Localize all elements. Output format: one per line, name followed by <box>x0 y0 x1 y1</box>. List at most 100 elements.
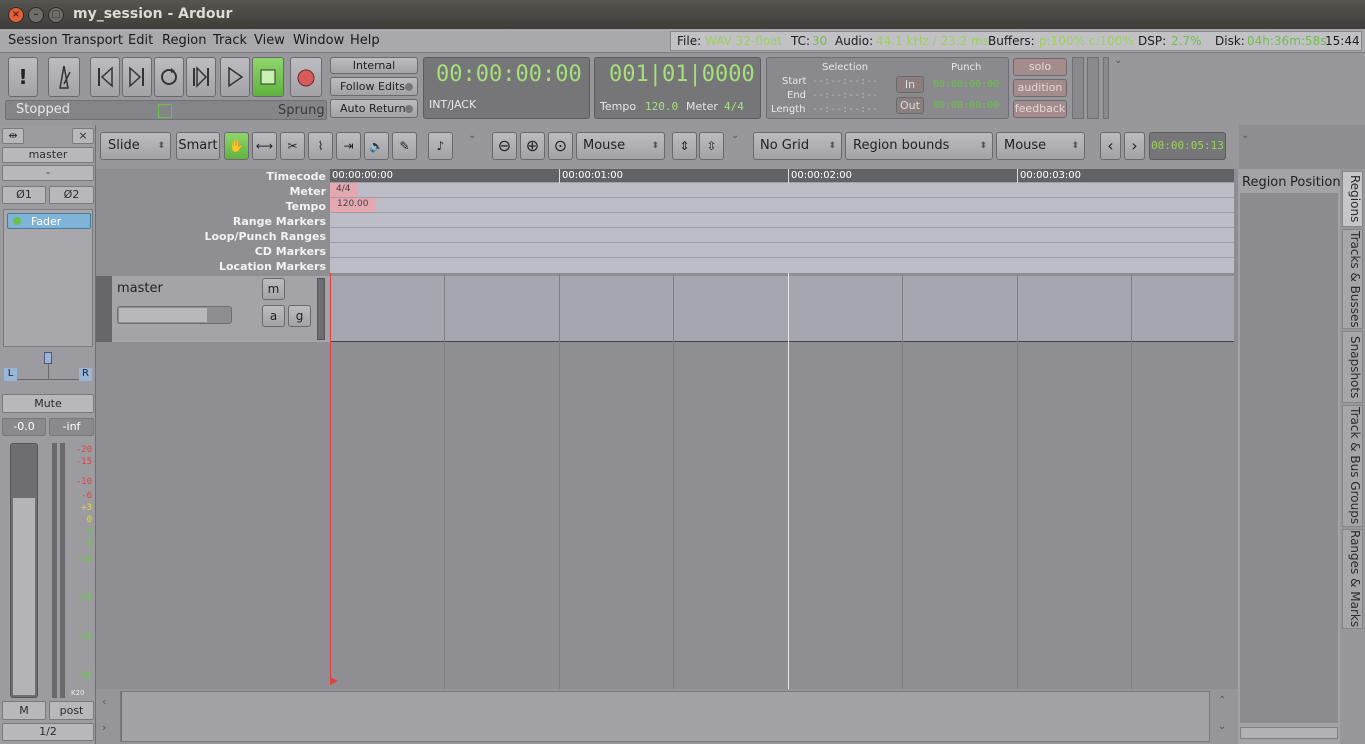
nudge-forward-button[interactable]: › <box>1124 132 1145 160</box>
solo-button[interactable]: solo <box>1013 58 1067 76</box>
tab-ranges-marks[interactable]: Ranges & Marks <box>1342 529 1363 629</box>
zoom-out-button[interactable]: ⊖ <box>492 132 517 160</box>
master-track-header[interactable]: master m a g <box>112 276 330 342</box>
shrink-tracks-button[interactable]: ⇕ <box>672 132 697 160</box>
pan-handle[interactable] <box>44 352 52 364</box>
regions-horizontal-scrollbar[interactable] <box>1240 727 1338 739</box>
feedback-button[interactable]: feedback <box>1013 100 1067 118</box>
meter-ruler-label[interactable]: Meter <box>289 185 326 198</box>
metronome-button[interactable] <box>48 57 80 97</box>
regions-column-region[interactable]: Region <box>1242 175 1287 190</box>
tab-regions[interactable]: Regions <box>1342 171 1363 227</box>
strip-hide-button[interactable]: × <box>72 128 94 144</box>
draw-tool-button[interactable]: ✎ <box>392 132 417 160</box>
edit-group-indicator[interactable] <box>158 104 172 118</box>
loop-punch-ruler[interactable] <box>330 228 1234 243</box>
timeline-rulers[interactable]: 00:00:00:00 00:00:01:00 00:00:02:00 00:0… <box>330 169 1234 273</box>
punch-out-time[interactable]: 00:00:00:00 <box>933 100 999 111</box>
stretch-tool-button[interactable]: ⇥ <box>336 132 361 160</box>
scroll-up-icon[interactable]: ⌃ <box>1218 695 1226 706</box>
strip-width-button[interactable]: ⇹ <box>2 128 24 144</box>
phase-invert-2-button[interactable]: Ø2 <box>49 186 94 204</box>
playhead-marker-icon[interactable] <box>330 677 338 685</box>
goto-start-button[interactable] <box>90 57 120 97</box>
zoom-in-button[interactable]: ⊕ <box>520 132 545 160</box>
loop-punch-ruler-label[interactable]: Loop/Punch Ranges <box>204 230 326 243</box>
phase-invert-1-button[interactable]: Ø1 <box>2 186 46 204</box>
audition-tool-button[interactable]: 🔈 <box>364 132 389 160</box>
output-button[interactable]: 1/2 <box>2 723 94 741</box>
tempo-marker[interactable]: 120.00 <box>330 198 375 212</box>
menu-view[interactable]: View <box>254 33 285 48</box>
input-button[interactable]: - <box>2 165 94 181</box>
internal-sync-button[interactable]: Internal <box>330 57 418 74</box>
menu-edit[interactable]: Edit <box>128 33 153 48</box>
auto-return-button[interactable]: Auto Return <box>330 99 418 118</box>
zoom-focus-dropdown[interactable]: Mouse ⬍ <box>576 132 665 160</box>
gain-entry[interactable]: -0.0 <box>2 418 46 436</box>
internal-edit-tool-button[interactable]: ♪ <box>428 132 453 160</box>
play-range-button[interactable] <box>186 57 216 97</box>
chevron-down-icon[interactable]: ⌄ <box>1241 130 1249 141</box>
fader-processor[interactable]: Fader <box>7 213 91 229</box>
record-button[interactable] <box>290 57 322 97</box>
chevron-down-icon[interactable]: ⌄ <box>731 130 739 141</box>
grid-type-dropdown[interactable]: No Grid ⬍ <box>753 132 842 160</box>
play-button[interactable] <box>220 57 250 97</box>
nudge-backward-button[interactable]: ‹ <box>1100 132 1121 160</box>
tab-tracks-busses[interactable]: Tracks & Busses <box>1342 229 1363 329</box>
regions-list[interactable] <box>1240 193 1338 723</box>
edit-mode-dropdown[interactable]: Slide ⬍ <box>100 132 171 160</box>
scroll-down-icon[interactable]: ⌄ <box>1218 721 1226 732</box>
track-canvas[interactable] <box>330 273 1234 689</box>
snap-mode-dropdown[interactable]: Region bounds ⬍ <box>845 132 993 160</box>
cd-markers-ruler[interactable] <box>330 243 1234 258</box>
location-markers-ruler-label[interactable]: Location Markers <box>219 260 326 273</box>
toolbar-overflow-icon[interactable]: ⌄ <box>1114 55 1122 66</box>
tab-track-bus-groups[interactable]: Track & Bus Groups <box>1342 405 1363 527</box>
menu-track[interactable]: Track <box>213 33 247 48</box>
meter-ruler[interactable]: 4/4 <box>330 183 1234 198</box>
automation-button[interactable]: a <box>262 305 285 327</box>
chevron-down-icon[interactable]: ⌄ <box>468 130 476 141</box>
primary-clock[interactable]: 00:00:00:00 INT/JACK <box>423 57 590 119</box>
grab-tool-button[interactable]: ✋ <box>224 132 249 160</box>
scroll-left-icon[interactable]: ‹ <box>102 695 106 708</box>
menu-region[interactable]: Region <box>162 33 207 48</box>
playhead[interactable] <box>330 273 331 685</box>
master-track-lane[interactable] <box>330 276 1234 342</box>
meter-type-label[interactable]: K20 <box>71 689 85 697</box>
track-name[interactable]: master <box>117 281 163 296</box>
selection-length-clock[interactable]: --:--:--:-- <box>812 104 878 115</box>
draw-gain-tool-button[interactable]: ⌇ <box>308 132 333 160</box>
selection-start-clock[interactable]: --:--:--:-- <box>812 76 878 87</box>
tempo-ruler-label[interactable]: Tempo <box>286 200 326 213</box>
secondary-clock[interactable]: 001|01|0000 Tempo 120.0 Meter 4/4 <box>594 57 761 119</box>
menu-help[interactable]: Help <box>350 33 380 48</box>
editor-summary[interactable] <box>120 691 1210 742</box>
regions-column-position[interactable]: Position <box>1290 175 1341 190</box>
menu-transport[interactable]: Transport <box>62 33 123 48</box>
tempo-ruler[interactable]: 120.00 <box>330 198 1234 213</box>
group-button[interactable]: g <box>288 305 311 327</box>
processor-box[interactable]: Fader <box>3 209 93 347</box>
post-button[interactable]: post <box>49 701 94 720</box>
cut-tool-button[interactable]: ✂ <box>280 132 305 160</box>
location-markers-ruler[interactable] <box>330 258 1234 273</box>
edit-point-dropdown[interactable]: Mouse ⬍ <box>996 132 1085 160</box>
tab-snapshots[interactable]: Snapshots <box>1342 331 1363 403</box>
gain-fader[interactable] <box>10 443 38 698</box>
cd-markers-ruler-label[interactable]: CD Markers <box>255 245 326 258</box>
maximize-window-button[interactable]: □ <box>48 7 64 23</box>
loop-button[interactable] <box>154 57 184 97</box>
punch-out-button[interactable]: Out <box>896 97 924 114</box>
expand-tracks-button[interactable]: ⇳ <box>699 132 724 160</box>
minimize-window-button[interactable]: – <box>28 7 44 23</box>
strip-name-button[interactable]: master <box>2 147 94 163</box>
error-log-button[interactable]: ! <box>8 57 38 97</box>
peak-display[interactable]: -inf <box>49 418 94 436</box>
range-markers-ruler[interactable] <box>330 213 1234 228</box>
track-mute-button[interactable]: m <box>262 278 285 300</box>
audition-button[interactable]: audition <box>1013 79 1067 97</box>
timecode-ruler-label[interactable]: Timecode <box>266 170 326 183</box>
